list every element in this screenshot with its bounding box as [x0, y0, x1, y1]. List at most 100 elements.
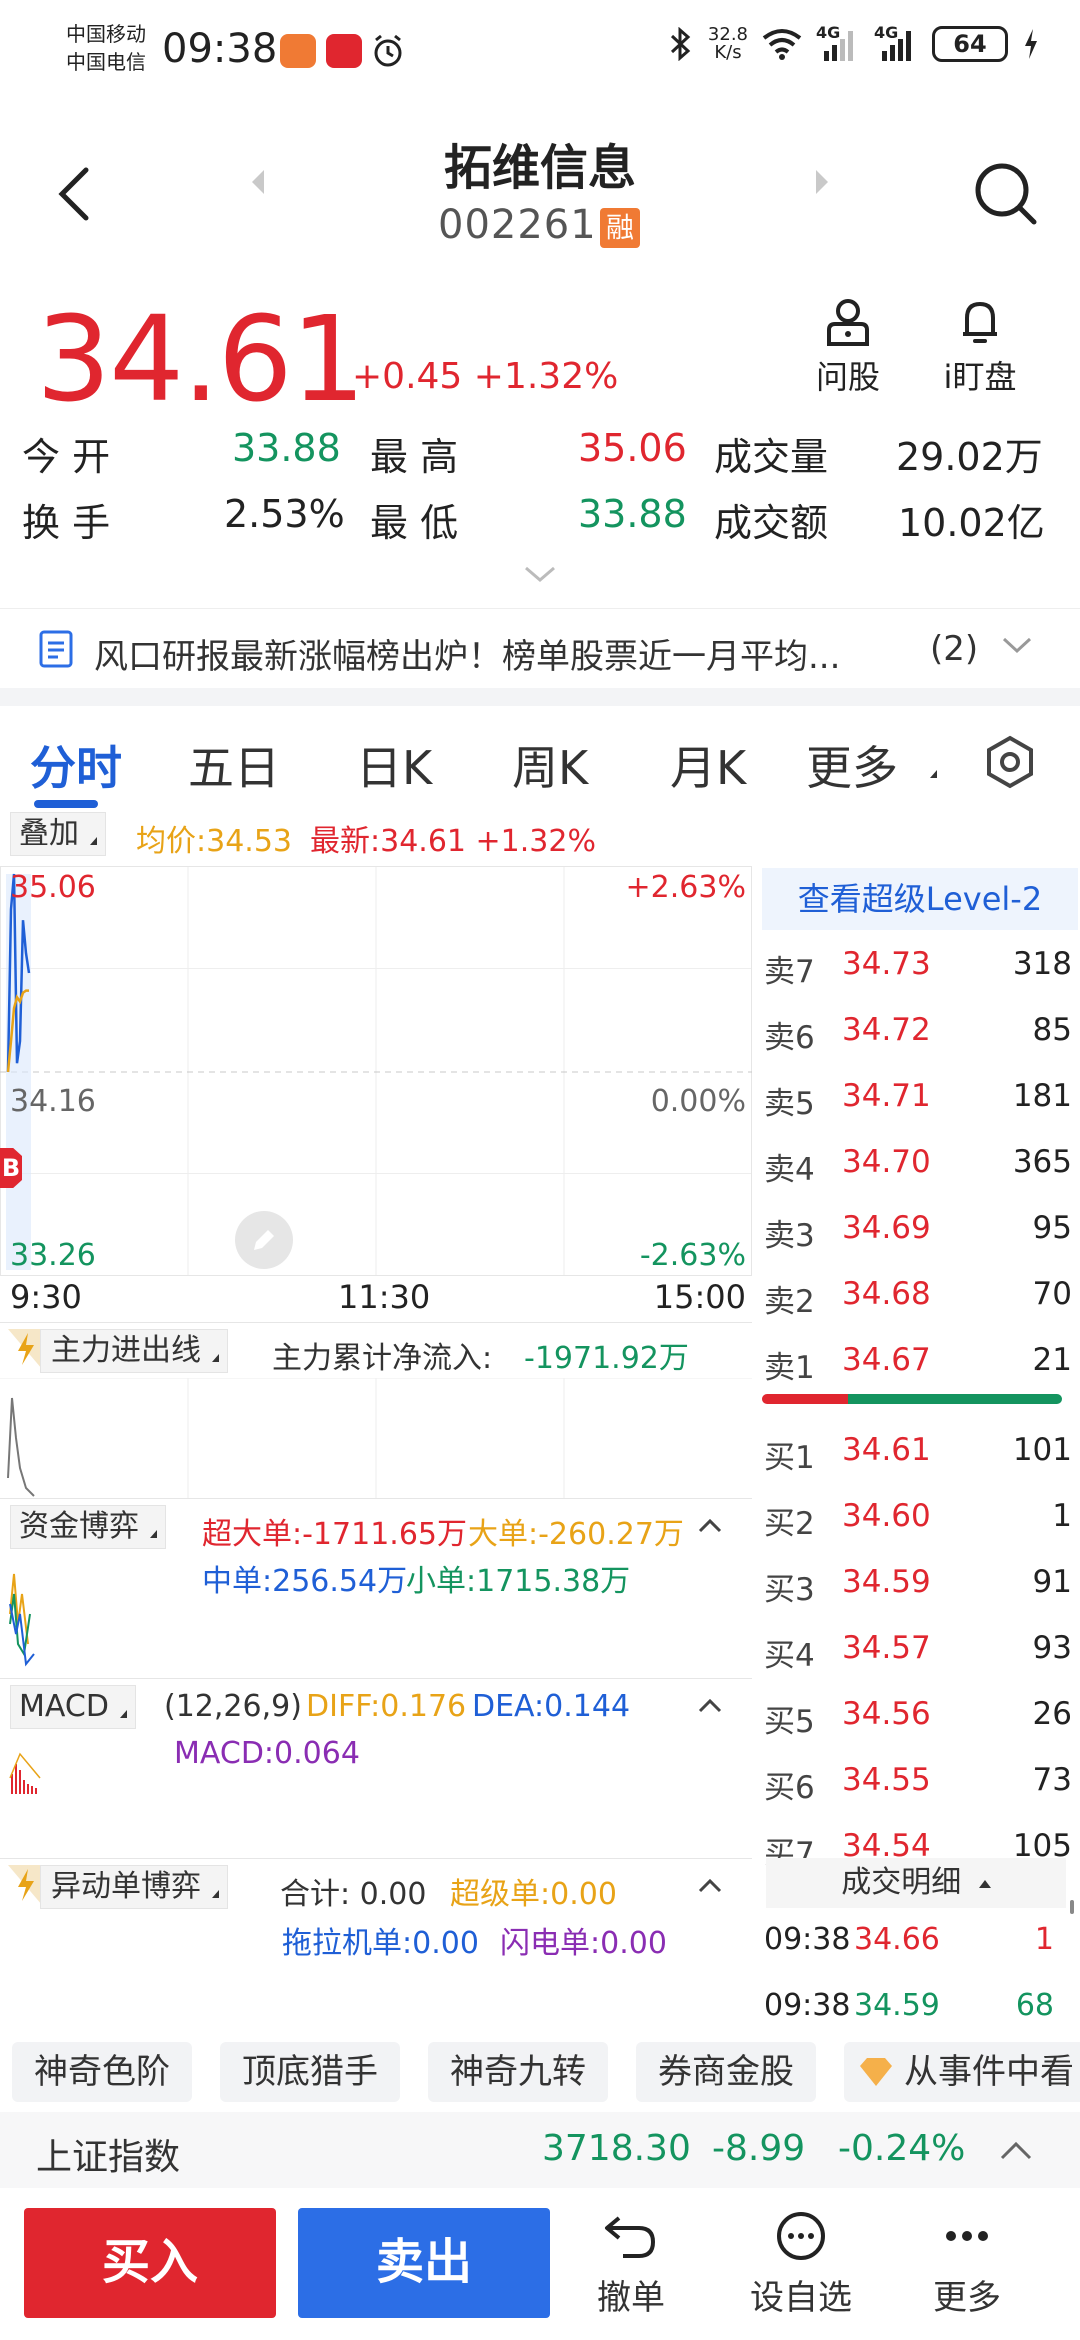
tab-monthly-k[interactable]: 月K	[670, 732, 746, 798]
macd-value: MACD:0.064	[174, 1736, 360, 1771]
more-dropdown-icon	[930, 770, 937, 778]
ask-row[interactable]: 卖6 34.72 85	[762, 998, 1072, 1064]
amount-label: 成交额	[714, 501, 829, 545]
more-button[interactable]: 更多	[902, 2210, 1032, 2319]
bid-row[interactable]: 买2 34.60 1	[762, 1484, 1072, 1550]
tab-weekly-k[interactable]: 周K	[512, 732, 588, 798]
watch-button[interactable]: i盯盘	[920, 296, 1040, 398]
intraday-chart-svg	[0, 866, 752, 1276]
tab-daily-k[interactable]: 日K	[356, 732, 432, 798]
settings-hexagon-icon[interactable]	[982, 734, 1038, 790]
bid-row[interactable]: 买4 34.57 93	[762, 1616, 1072, 1682]
section-divider	[0, 688, 1080, 706]
ask-volume: 181	[1012, 1078, 1072, 1114]
low-value: 33.88	[578, 492, 687, 536]
index-pct: -0.24%	[838, 2128, 966, 2169]
y-label-pct-high: +2.63%	[625, 870, 746, 905]
collapse-icon[interactable]	[698, 1517, 722, 1533]
ask-volume: 85	[1032, 1012, 1072, 1048]
ask-stock-icon	[827, 299, 869, 346]
bid-volume: 91	[1032, 1564, 1072, 1600]
bid-volume: 101	[1012, 1432, 1072, 1468]
undo-icon	[605, 2216, 656, 2258]
trade-volume: 68	[1015, 1988, 1054, 2023]
ask-price: 34.68	[842, 1276, 931, 1312]
trade-details-tab[interactable]: 成交明细	[766, 1858, 1066, 1908]
news-banner[interactable]: 风口研报最新涨幅榜出炉！榜单股票近一月平均... (2)	[0, 608, 1080, 688]
signal-1-label: 4G	[816, 23, 841, 42]
ask-row[interactable]: 卖5 34.71 181	[762, 1064, 1072, 1130]
bid-row[interactable]: 买6 34.55 73	[762, 1748, 1072, 1814]
sell-button[interactable]: 卖出	[298, 2208, 550, 2318]
carrier-2: 中国电信	[66, 50, 146, 74]
ask-row[interactable]: 卖7 34.73 318	[762, 932, 1072, 998]
abnormal-order-dropdown[interactable]: 异动单博弈	[40, 1865, 228, 1909]
signal-2: 4G	[874, 23, 918, 61]
turnover-value: 2.53%	[224, 492, 345, 536]
x-label-open: 9:30	[10, 1278, 82, 1316]
amount-value: 10.02亿	[898, 501, 1045, 545]
open-value: 33.88	[232, 426, 341, 470]
bid-row[interactable]: 买3 34.59 91	[762, 1550, 1072, 1616]
chip-broker-gold-stocks[interactable]: 券商金股	[636, 2042, 816, 2102]
collapse-icon[interactable]	[698, 1697, 722, 1713]
large-order: 大单:-260.27万	[468, 1517, 684, 1552]
cancel-order-button[interactable]: 撤单	[566, 2210, 696, 2319]
volume-value: 29.02万	[896, 435, 1043, 479]
ask-row[interactable]: 卖3 34.69 95	[762, 1196, 1072, 1262]
trade-details-label: 成交明细	[841, 1865, 962, 1900]
expand-stats-icon[interactable]	[522, 562, 558, 586]
intraday-chart[interactable]: 35.06 34.16 33.26 +2.63% 0.00% -2.63% B	[0, 866, 752, 1276]
bid-level-label: 买4	[764, 1638, 815, 1674]
scroll-indicator[interactable]	[1070, 1900, 1074, 1914]
lightning-icon	[8, 1865, 42, 1905]
ask-row[interactable]: 卖2 34.68 70	[762, 1262, 1072, 1328]
bid-row[interactable]: 买5 34.56 26	[762, 1682, 1072, 1748]
chevron-up-icon[interactable]	[998, 2140, 1034, 2162]
bottom-bar: 买入 卖出 撤单 设自选 更多	[0, 2190, 1080, 2340]
document-icon	[39, 630, 73, 668]
net-speed: 32.8 K/s	[708, 26, 748, 62]
chip-nine-turn[interactable]: 神奇九转	[428, 2042, 608, 2102]
search-icon[interactable]	[970, 158, 1040, 228]
buy-marker: B	[0, 1148, 22, 1188]
edit-icon[interactable]	[234, 1210, 294, 1270]
low-label: 最 低	[370, 501, 459, 545]
index-ticker[interactable]: 上证指数 3718.30 -8.99 -0.24%	[0, 2112, 1080, 2188]
ask-stock-button[interactable]: 问股	[788, 296, 908, 398]
ask-level-label: 卖4	[764, 1152, 815, 1188]
bid-price: 34.59	[842, 1564, 931, 1600]
chip-color-scale[interactable]: 神奇色阶	[12, 2042, 192, 2102]
level2-link[interactable]: 查看超级Level-2	[762, 868, 1078, 930]
status-bar: 中国移动 中国电信 09:38 32.8 K/s 4G 4G 64	[0, 0, 1080, 110]
main-force-value: -1971.92万	[524, 1341, 689, 1376]
overlay-dropdown[interactable]: 叠加	[10, 812, 106, 856]
caret-up-icon	[978, 1879, 991, 1888]
ask-row[interactable]: 卖4 34.70 365	[762, 1130, 1072, 1196]
tab-intraday[interactable]: 分时	[30, 732, 122, 798]
alarm-icon	[374, 34, 402, 67]
tab-five-day[interactable]: 五日	[188, 732, 280, 798]
chip-top-bottom-hunter[interactable]: 顶底猎手	[220, 2042, 400, 2102]
bluetooth-icon	[670, 27, 691, 61]
fund-game-lines	[9, 1573, 35, 1667]
collapse-icon[interactable]	[698, 1877, 722, 1893]
ask-level-label: 卖3	[764, 1218, 815, 1254]
stats-row-1: 今 开 33.88 最 高 35.06 成交量 29.02万	[22, 426, 1062, 492]
chip-event-view[interactable]: 从事件中看	[844, 2042, 1080, 2102]
bid-row[interactable]: 买1 34.61 101	[762, 1418, 1072, 1484]
trade-volume: 1	[1034, 1922, 1054, 1957]
watch-label: i盯盘	[943, 358, 1017, 396]
next-stock-icon[interactable]	[816, 170, 828, 194]
macd-dropdown[interactable]: MACD	[10, 1685, 136, 1729]
buy-button[interactable]: 买入	[24, 2208, 276, 2318]
main-force-chart	[0, 1378, 752, 1498]
tab-more[interactable]: 更多	[806, 732, 898, 798]
ask-row[interactable]: 卖1 34.67 21	[762, 1328, 1072, 1394]
main-force-dropdown[interactable]: 主力进出线	[40, 1329, 228, 1373]
fund-game-dropdown[interactable]: 资金博弈	[10, 1505, 166, 1549]
add-watchlist-button[interactable]: 设自选	[736, 2210, 866, 2319]
medium-order: 中单:256.54万	[202, 1564, 408, 1599]
ask-price: 34.67	[842, 1342, 931, 1378]
index-name: 上证指数	[36, 2137, 181, 2178]
